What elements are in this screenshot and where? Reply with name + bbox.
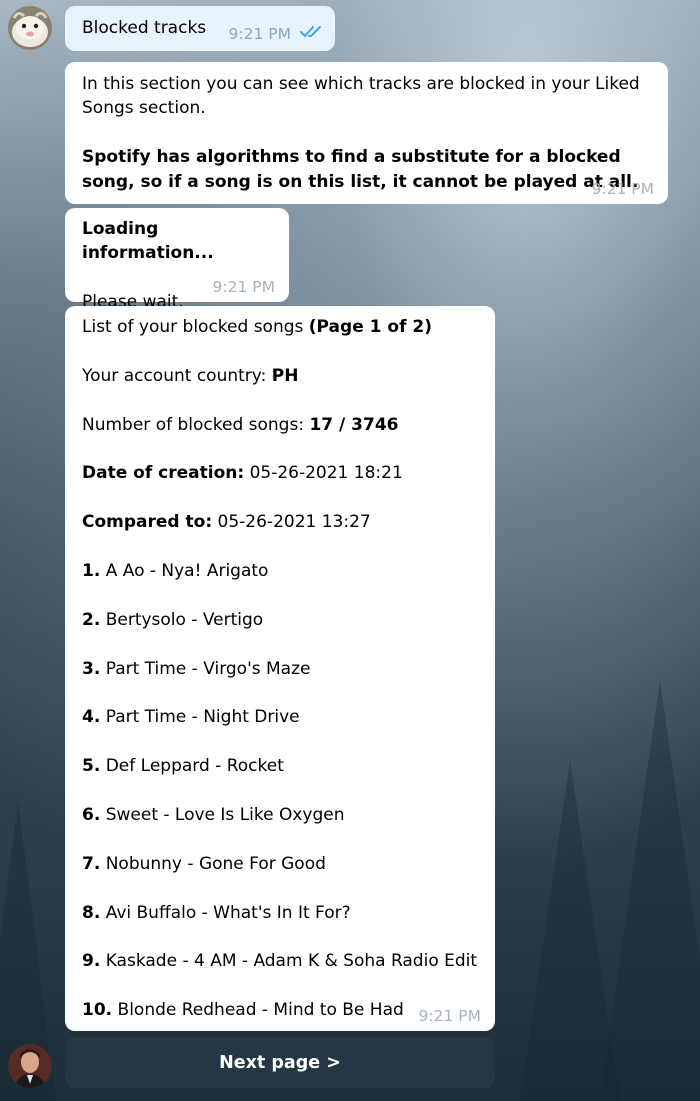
count-value: 17 / 3746	[309, 414, 399, 435]
song-item: 9. Kaskade - 4 AM - Adam K & Soha Radio …	[82, 949, 478, 973]
song-number: 4.	[82, 707, 101, 728]
song-title: Blonde Redhead - Mind to Be Had	[117, 1000, 404, 1021]
song-item: 1. A Ao - Nya! Arigato	[82, 559, 478, 583]
compared-value: 05-26-2021 13:27	[217, 512, 371, 533]
user-avatar[interactable]	[8, 6, 52, 50]
song-number: 2.	[82, 609, 101, 630]
info-intro: In this section you can see which tracks…	[82, 74, 640, 119]
outgoing-timestamp: 9:21 PM	[229, 25, 325, 43]
count-label: Number of blocked songs:	[82, 414, 305, 435]
compared-date: Compared to: 05-26-2021 13:27	[82, 510, 478, 534]
song-number: 7.	[82, 853, 101, 874]
song-item: 8. Avi Buffalo - What's In It For?	[82, 901, 478, 925]
song-title: Def Leppard - Rocket	[105, 756, 284, 777]
song-number: 1.	[82, 560, 101, 581]
page-indicator: (Page 1 of 2)	[308, 317, 432, 337]
creation-date: Date of creation: 05-26-2021 18:21	[82, 461, 478, 485]
blocked-count: Number of blocked songs: 17 / 3746	[82, 413, 478, 437]
list-timestamp: 9:21 PM	[418, 1007, 481, 1025]
song-item: 6. Sweet - Love Is Like Oxygen	[82, 803, 478, 827]
song-item: 2. Bertysolo - Vertigo	[82, 608, 478, 632]
song-title: Nobunny - Gone For Good	[105, 853, 326, 874]
loading-message: Loading information... Please wait. 9:21…	[65, 208, 289, 312]
song-number: 8.	[82, 902, 101, 923]
loading-heading: Loading information...	[82, 219, 214, 264]
info-timestamp: 9:21 PM	[591, 180, 654, 198]
blocked-songs-message: List of your blocked songs (Page 1 of 2)…	[65, 306, 495, 1031]
info-warning: Spotify has algorithms to find a substit…	[82, 147, 639, 192]
tree-silhouette	[600, 681, 700, 1101]
list-header: List of your blocked songs (Page 1 of 2)	[82, 315, 478, 339]
song-number: 5.	[82, 756, 101, 777]
outgoing-time: 9:21 PM	[228, 25, 291, 43]
account-country: Your account country: PH	[82, 364, 478, 388]
double-check-icon	[299, 25, 325, 43]
song-number: 10.	[82, 1000, 113, 1021]
song-item: 5. Def Leppard - Rocket	[82, 754, 478, 778]
compared-label: Compared to:	[82, 512, 213, 533]
song-number: 9.	[82, 951, 101, 972]
outgoing-message[interactable]: Blocked tracks 9:21 PM	[65, 6, 335, 51]
country-label: Your account country:	[82, 365, 267, 386]
song-title: Kaskade - 4 AM - Adam K & Soha Radio Edi…	[105, 951, 478, 972]
song-number: 3.	[82, 658, 101, 679]
song-item: 7. Nobunny - Gone For Good	[82, 852, 478, 876]
info-message: In this section you can see which tracks…	[65, 62, 668, 204]
song-item: 4. Part Time - Night Drive	[82, 705, 478, 729]
song-title: A Ao - Nya! Arigato	[105, 560, 269, 581]
song-title: Part Time - Night Drive	[105, 707, 300, 728]
bot-avatar[interactable]	[8, 1044, 52, 1088]
song-list: 1. A Ao - Nya! Arigato 2. Bertysolo - Ve…	[82, 535, 478, 1023]
song-item: 3. Part Time - Virgo's Maze	[82, 657, 478, 681]
list-title: List of your blocked songs	[82, 317, 304, 337]
song-title: Sweet - Love Is Like Oxygen	[105, 804, 345, 825]
song-title: Bertysolo - Vertigo	[105, 609, 264, 630]
created-value: 05-26-2021 18:21	[249, 463, 403, 484]
next-page-button[interactable]: Next page >	[65, 1037, 495, 1088]
country-value: PH	[271, 365, 299, 386]
song-title: Avi Buffalo - What's In It For?	[105, 902, 351, 923]
song-number: 6.	[82, 804, 101, 825]
created-label: Date of creation:	[82, 463, 245, 484]
song-title: Part Time - Virgo's Maze	[105, 658, 311, 679]
loading-timestamp: 9:21 PM	[212, 278, 275, 296]
